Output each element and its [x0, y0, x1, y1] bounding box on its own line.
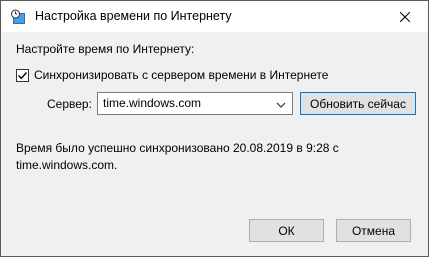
sync-checkbox-label[interactable]: Синхронизировать с сервером времени в Ин…: [34, 68, 328, 83]
section-heading: Настройте время по Интернету:: [16, 42, 195, 56]
checkmark-icon: [18, 72, 28, 80]
dialog-window: Настройка времени по Интернету Настройте…: [0, 0, 429, 257]
clock-globe-icon: [10, 9, 26, 25]
sync-status-line-2: time.windows.com.: [16, 158, 118, 172]
server-value[interactable]: time.windows.com: [103, 96, 201, 111]
server-combobox[interactable]: time.windows.com: [97, 92, 293, 115]
server-label: Сервер:: [47, 97, 92, 111]
chevron-down-icon[interactable]: [276, 99, 286, 113]
ok-button[interactable]: ОК: [249, 219, 324, 242]
title-bar[interactable]: Настройка времени по Интернету: [1, 1, 428, 32]
close-icon: [400, 11, 410, 22]
update-now-button[interactable]: Обновить сейчас: [300, 92, 416, 115]
sync-status-text: Время было успешно синхронизовано 20.08.…: [16, 140, 416, 174]
cancel-button[interactable]: Отмена: [336, 219, 411, 242]
window-title: Настройка времени по Интернету: [35, 9, 232, 23]
close-button[interactable]: [382, 1, 428, 32]
sync-checkbox[interactable]: [16, 69, 29, 82]
sync-status-line-1: Время было успешно синхронизовано 20.08.…: [16, 141, 339, 155]
